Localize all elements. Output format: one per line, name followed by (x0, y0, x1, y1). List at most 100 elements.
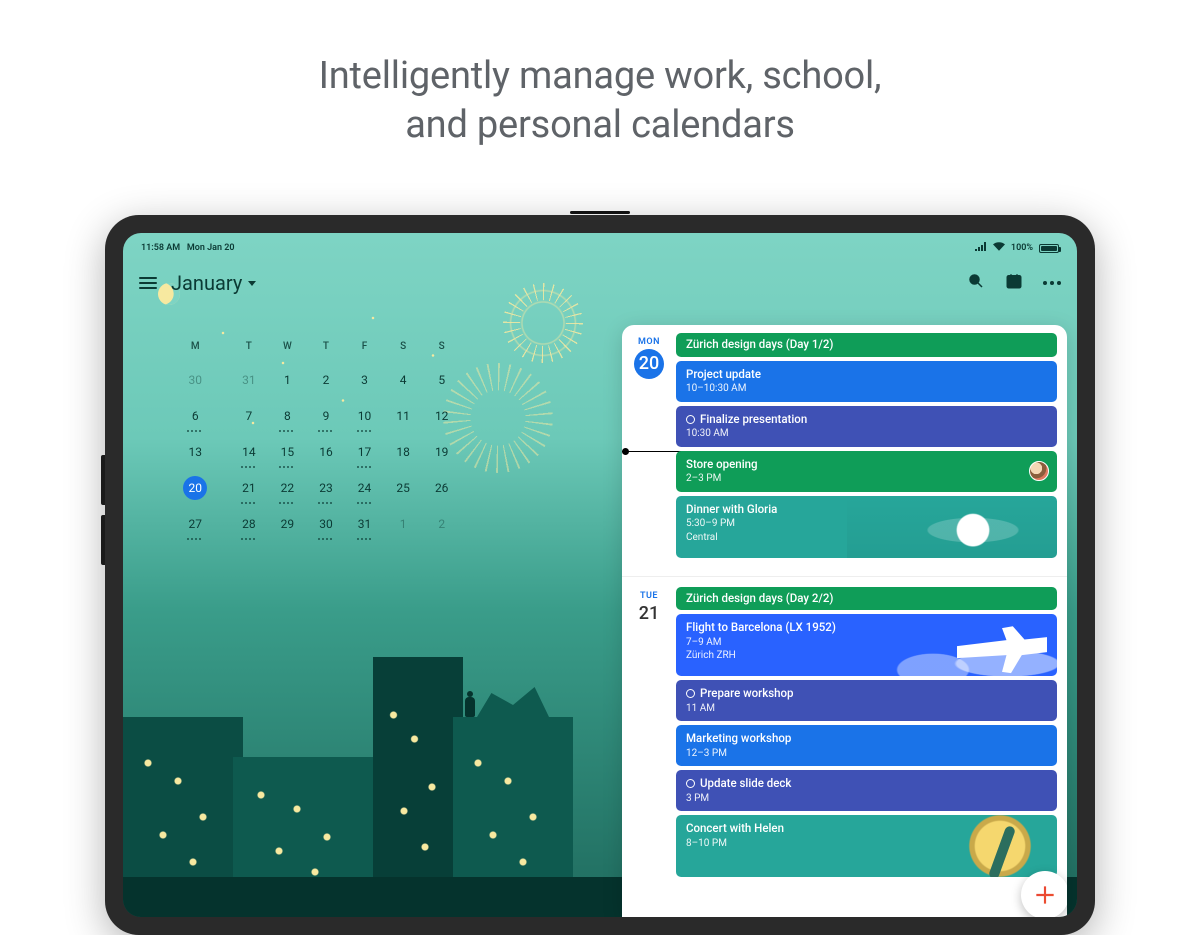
mini-calendar-day[interactable]: 30 (161, 366, 230, 394)
mini-calendar-day[interactable]: 16 (307, 438, 346, 466)
mini-calendar-day[interactable]: 2 (307, 366, 346, 394)
mini-calendar-day[interactable]: 4 (384, 366, 423, 394)
weekday-header: T (230, 341, 269, 358)
attendee-avatar (1029, 461, 1049, 481)
mini-calendar-day[interactable]: 13 (161, 438, 230, 466)
event-title: Finalize presentation (686, 412, 1047, 428)
mini-calendar-day[interactable]: 27 (161, 510, 230, 538)
calendar-event[interactable]: Project update10–10:30 AM (676, 361, 1057, 402)
day-number: 20 (634, 349, 664, 379)
today-icon[interactable] (1005, 272, 1023, 294)
mini-calendar-day[interactable]: 31 (230, 366, 269, 394)
event-title: Prepare workshop (686, 686, 1047, 702)
wifi-icon (993, 242, 1005, 254)
event-title: Dinner with Gloria (686, 502, 1047, 518)
mini-calendar-day[interactable]: 28 (230, 510, 269, 538)
mini-calendar-day[interactable]: 10 (345, 402, 384, 430)
search-icon[interactable] (967, 272, 985, 294)
mini-calendar-day[interactable]: 11 (384, 402, 423, 430)
mini-calendar-day[interactable]: 24 (345, 474, 384, 502)
mini-calendar-day[interactable]: 2 (422, 510, 461, 538)
tablet-frame: 11:58 AM Mon Jan 20 100% January (105, 215, 1095, 935)
mini-calendar-day[interactable]: 25 (384, 474, 423, 502)
weekday-header: T (307, 341, 346, 358)
day-of-week: TUE (622, 591, 676, 601)
mini-calendar-day[interactable]: 15 (268, 438, 307, 466)
status-bar: 11:58 AM Mon Jan 20 100% (123, 239, 1077, 257)
mini-calendar-day[interactable]: 14 (230, 438, 269, 466)
mini-calendar-day[interactable]: 20 (161, 474, 230, 502)
reminder-ring-icon (686, 415, 695, 424)
calendar-event[interactable]: Dinner with Gloria5:30–9 PMCentral (676, 496, 1057, 558)
month-dropdown[interactable]: January (171, 271, 256, 295)
reminder-ring-icon (686, 689, 695, 698)
calendar-event[interactable]: Zürich design days (Day 2/2) (676, 587, 1057, 611)
event-time: 10–10:30 AM (686, 382, 1047, 396)
mini-calendar-day[interactable]: 19 (422, 438, 461, 466)
day-divider (622, 576, 1067, 577)
event-time: 5:30–9 PM (686, 517, 1047, 531)
chevron-down-icon (248, 281, 256, 286)
mini-calendar-day[interactable]: 5 (422, 366, 461, 394)
calendar-event[interactable]: Finalize presentation10:30 AM (676, 406, 1057, 447)
status-date: Mon Jan 20 (187, 243, 235, 253)
event-time: 12–3 PM (686, 747, 1047, 761)
mini-calendar-day[interactable]: 8 (268, 402, 307, 430)
calendar-event[interactable]: Concert with Helen8–10 PM (676, 815, 1057, 877)
weekday-header: S (384, 341, 423, 358)
event-location: Central (686, 531, 1047, 545)
weekday-header: S (422, 341, 461, 358)
mini-calendar-day[interactable]: 17 (345, 438, 384, 466)
event-title: Update slide deck (686, 776, 1047, 792)
mini-calendar-day[interactable]: 1 (268, 366, 307, 394)
status-left: 11:58 AM Mon Jan 20 (141, 243, 235, 253)
calendar-event[interactable]: Marketing workshop12–3 PM (676, 725, 1057, 766)
mini-calendar-day[interactable]: 22 (268, 474, 307, 502)
weekday-header: M (161, 341, 230, 358)
battery-percent: 100% (1011, 243, 1033, 253)
status-time: 11:58 AM (141, 243, 180, 253)
event-time: 11 AM (686, 702, 1047, 716)
menu-icon[interactable] (139, 277, 157, 289)
app-bar: January (123, 263, 1077, 303)
event-title: Project update (686, 367, 1047, 383)
create-event-fab[interactable] (1021, 871, 1067, 917)
mini-calendar-day[interactable]: 23 (307, 474, 346, 502)
signal-icon (975, 242, 987, 254)
calendar-event[interactable]: Flight to Barcelona (LX 1952)7–9 AMZüric… (676, 614, 1057, 676)
weekday-header: W (268, 341, 307, 358)
battery-icon (1039, 244, 1059, 253)
day-header[interactable]: MON 20 (622, 333, 676, 572)
calendar-event[interactable]: Prepare workshop11 AM (676, 680, 1057, 721)
event-time: 10:30 AM (686, 427, 1047, 441)
event-title: Zürich design days (Day 2/2) (686, 591, 1047, 607)
mini-calendar-day[interactable]: 3 (345, 366, 384, 394)
event-title: Zürich design days (Day 1/2) (686, 337, 1047, 353)
mini-calendar-day[interactable]: 6 (161, 402, 230, 430)
event-title: Store opening (686, 457, 1047, 473)
headline-line2: and personal calendars (40, 101, 1160, 150)
mini-calendar-day[interactable]: 26 (422, 474, 461, 502)
calendar-event[interactable]: Store opening2–3 PM (676, 451, 1057, 492)
mini-calendar-day[interactable]: 12 (422, 402, 461, 430)
mini-calendar-day[interactable]: 30 (307, 510, 346, 538)
mini-calendar-day[interactable]: 31 (345, 510, 384, 538)
mini-calendar-day[interactable]: 9 (307, 402, 346, 430)
day-header[interactable]: TUE21 (622, 587, 676, 892)
calendar-event[interactable]: Zürich design days (Day 1/2) (676, 333, 1057, 357)
mini-calendar-day[interactable]: 21 (230, 474, 269, 502)
status-right: 100% (975, 242, 1059, 254)
tablet-screen: 11:58 AM Mon Jan 20 100% January (123, 233, 1077, 917)
calendar-event[interactable]: Update slide deck3 PM (676, 770, 1057, 811)
event-location: Zürich ZRH (686, 649, 1047, 663)
mini-calendar-day[interactable]: 18 (384, 438, 423, 466)
weekday-header: F (345, 341, 384, 358)
mini-calendar-day[interactable]: 29 (268, 510, 307, 538)
mini-calendar-day[interactable]: 1 (384, 510, 423, 538)
mini-calendar-day[interactable]: 7 (230, 402, 269, 430)
mini-calendar[interactable]: MTWTFSS303112345678910111213141516171819… (161, 333, 461, 546)
day-of-week: MON (622, 337, 676, 347)
event-title: Concert with Helen (686, 821, 1047, 837)
more-icon[interactable] (1043, 281, 1061, 285)
schedule-panel[interactable]: MON 20 Zürich design days (Day 1/2) Project… (622, 325, 1067, 917)
